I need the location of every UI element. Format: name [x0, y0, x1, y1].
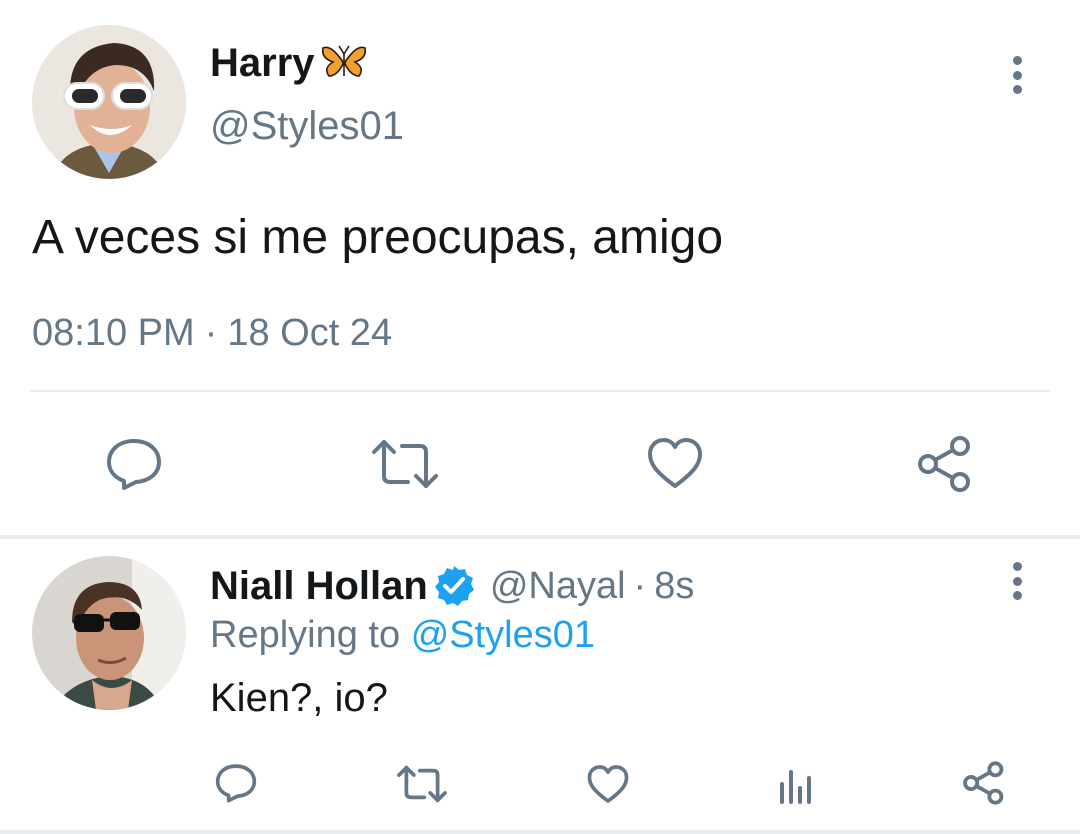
timestamp-separator: · [204, 312, 218, 354]
reply-share-button[interactable] [962, 760, 1006, 806]
like-button[interactable] [646, 436, 704, 490]
tweet-text: A veces si me preocupas, amigo [32, 211, 724, 264]
tweet-timestamp: 08:10 PM · 18 Oct 24 [32, 312, 392, 355]
reply-icon [107, 439, 161, 490]
reply-author-avatar[interactable] [32, 556, 186, 710]
reply-more-options-icon[interactable] [1010, 562, 1024, 600]
tweet-time: 08:10 PM [32, 312, 195, 354]
replying-to-link[interactable]: @Styles01 [411, 614, 595, 656]
reply-author-name[interactable]: Niall Hollan [210, 564, 428, 609]
share-icon [918, 436, 970, 492]
tweet-date: 18 Oct 24 [227, 312, 393, 354]
section-divider [0, 535, 1080, 539]
analytics-icon [780, 770, 811, 804]
replying-to-label: Replying to [210, 614, 401, 656]
retweet-icon [372, 440, 438, 488]
heart-icon [648, 438, 702, 488]
reply-button[interactable] [104, 436, 164, 492]
reply-separator: · [633, 564, 647, 607]
author-handle[interactable]: @Styles01 [210, 104, 404, 149]
share-icon [963, 761, 1004, 805]
bottom-divider [0, 830, 1080, 834]
more-options-icon[interactable] [1010, 56, 1024, 94]
reply-icon [215, 764, 257, 803]
divider [30, 390, 1050, 392]
reply-like-button[interactable] [586, 764, 630, 804]
retweet-button[interactable] [370, 438, 440, 490]
share-button[interactable] [916, 434, 974, 494]
reply-age: 8s [654, 564, 695, 607]
verified-badge-icon [434, 566, 474, 606]
reply-author-handle[interactable]: @Nayal [490, 565, 626, 608]
reply-reply-button[interactable] [214, 762, 258, 804]
author-avatar[interactable] [32, 25, 186, 179]
author-name[interactable]: Harry [210, 41, 315, 86]
retweet-icon [397, 765, 447, 803]
reply-retweet-button[interactable] [396, 764, 448, 804]
reply-text: Kien?, io? [210, 676, 388, 720]
heart-icon [587, 765, 629, 803]
analytics-button[interactable] [778, 764, 814, 804]
butterfly-icon [321, 45, 366, 77]
